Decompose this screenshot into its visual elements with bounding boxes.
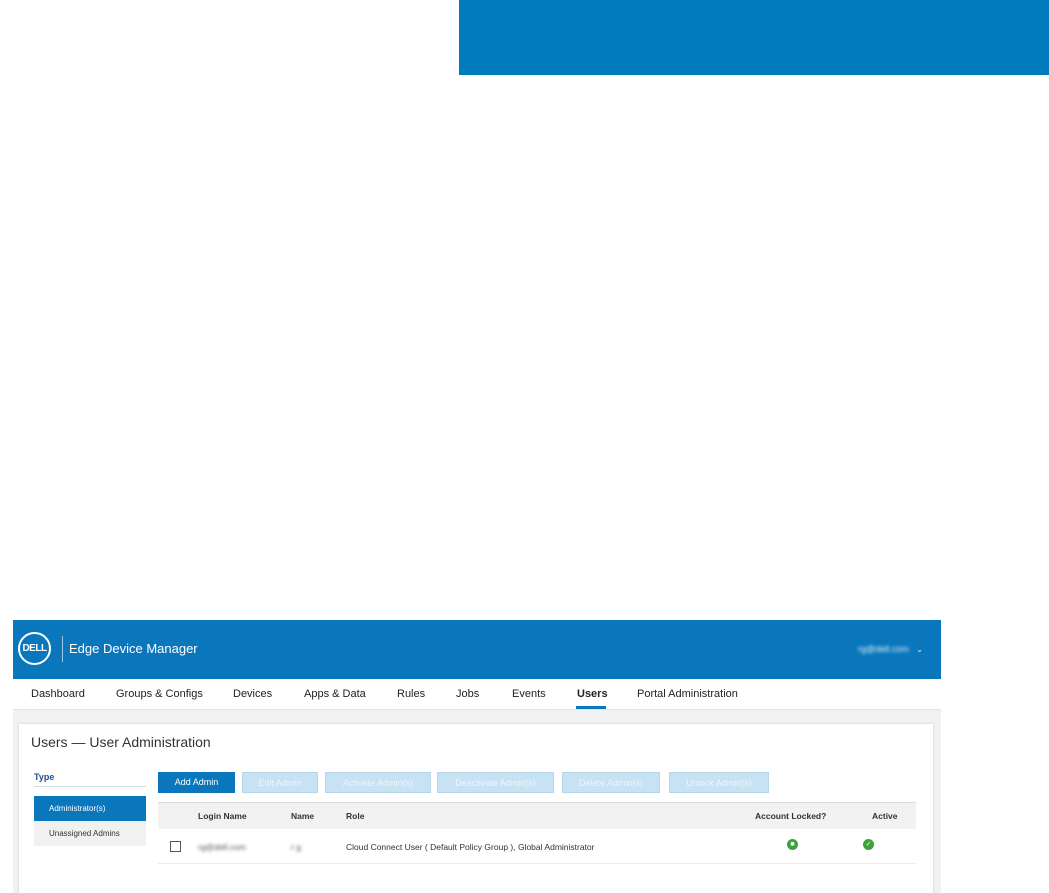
delete-admins-button[interactable]: Delete Admin(s): [562, 772, 660, 793]
row-role: Cloud Connect User ( Default Policy Grou…: [346, 842, 595, 852]
check-circle-icon: ✓: [863, 839, 874, 850]
app-title: Edge Device Manager: [69, 641, 198, 656]
page-title: Users — User Administration: [31, 734, 211, 750]
nav-dashboard[interactable]: Dashboard: [31, 688, 85, 700]
dell-logo[interactable]: DELL: [18, 632, 51, 665]
nav-rules[interactable]: Rules: [397, 688, 425, 700]
type-label: Type: [34, 772, 146, 787]
nav-portal-administration[interactable]: Portal Administration: [637, 688, 738, 700]
user-menu[interactable]: rg@dell.com ⌄: [858, 644, 923, 654]
app-window: DELL Edge Device Manager rg@dell.com ⌄ D…: [13, 620, 941, 893]
top-banner: [459, 0, 1049, 75]
unlock-admins-button[interactable]: Unlock Admin(s): [669, 772, 769, 793]
row-name: r g: [291, 842, 301, 852]
user-email: rg@dell.com: [858, 644, 909, 654]
user-admin-card: Users — User Administration Type Adminis…: [19, 724, 933, 893]
nav-users[interactable]: Users: [577, 688, 608, 700]
col-login-name[interactable]: Login Name: [198, 811, 247, 821]
chevron-down-icon: ⌄: [916, 645, 923, 654]
nav-devices[interactable]: Devices: [233, 688, 272, 700]
type-panel: Type Administrator(s) Unassigned Admins: [34, 772, 146, 846]
type-item-administrators[interactable]: Administrator(s): [34, 796, 146, 821]
col-active[interactable]: Active: [872, 811, 898, 821]
table-row[interactable]: rg@dell.com r g Cloud Connect User ( Def…: [158, 829, 916, 864]
app-header: DELL Edge Device Manager rg@dell.com ⌄: [13, 620, 941, 679]
activate-admins-button[interactable]: Activate Admin(s): [325, 772, 431, 793]
edit-admin-button[interactable]: Edit Admin: [242, 772, 318, 793]
nav-events[interactable]: Events: [512, 688, 546, 700]
col-account-locked[interactable]: Account Locked?: [755, 811, 826, 821]
active-tab-indicator: [576, 706, 606, 709]
nav-apps-data[interactable]: Apps & Data: [304, 688, 366, 700]
deactivate-admins-button[interactable]: Deactivate Admin(s): [437, 772, 554, 793]
row-login-name: rg@dell.com: [198, 842, 246, 852]
nav-groups-configs[interactable]: Groups & Configs: [116, 688, 203, 700]
col-name[interactable]: Name: [291, 811, 314, 821]
row-checkbox[interactable]: [170, 841, 181, 852]
table-header: Login Name Name Role Account Locked? Act…: [158, 802, 916, 829]
unlocked-icon: ■: [787, 839, 798, 850]
logo-divider: [62, 636, 63, 662]
admins-table: Login Name Name Role Account Locked? Act…: [158, 802, 916, 864]
add-admin-button[interactable]: Add Admin: [158, 772, 235, 793]
main-nav: Dashboard Groups & Configs Devices Apps …: [13, 679, 941, 710]
type-item-unassigned-admins[interactable]: Unassigned Admins: [34, 821, 146, 846]
nav-jobs[interactable]: Jobs: [456, 688, 479, 700]
col-role[interactable]: Role: [346, 811, 364, 821]
